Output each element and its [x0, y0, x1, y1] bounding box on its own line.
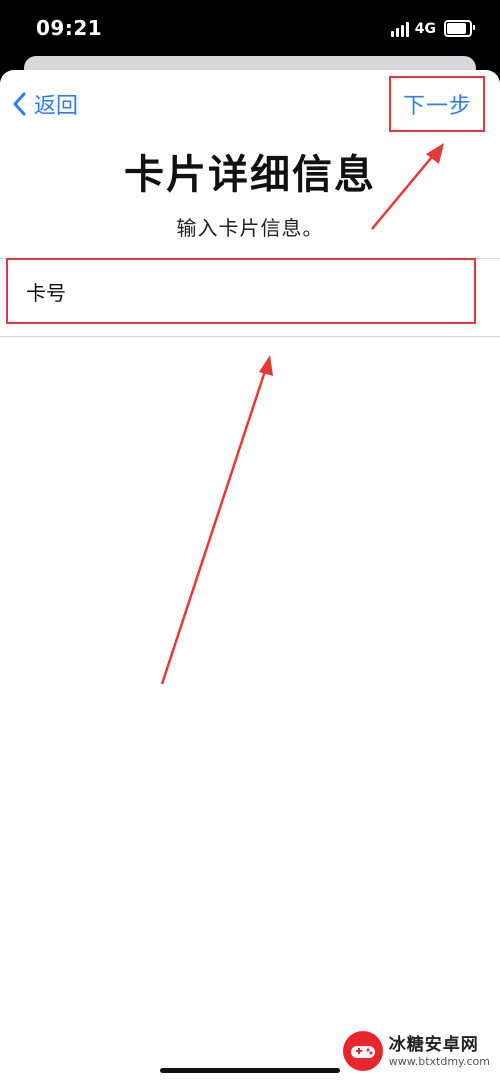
- gamepad-logo-icon: [342, 1031, 383, 1071]
- home-indicator[interactable]: [160, 1068, 340, 1073]
- status-bar: 09:21 4G: [0, 0, 500, 60]
- page-subtitle: 输入卡片信息。: [176, 216, 324, 240]
- watermark-title: 冰糖安卓网: [388, 1034, 479, 1055]
- card-number-field[interactable]: 卡号: [6, 258, 476, 324]
- status-indicators: 4G: [390, 20, 475, 37]
- card-details-sheet: 返回 下一步 卡片详细信息 输入卡片信息。 卡号: [0, 70, 500, 1083]
- back-label: 返回: [34, 94, 79, 119]
- network-type: 4G: [414, 20, 436, 37]
- page-title: 卡片详细信息: [124, 152, 376, 198]
- navigation-bar: 返回 下一步: [0, 70, 500, 140]
- battery-icon: [444, 20, 475, 37]
- chevron-left-icon: [13, 92, 26, 116]
- watermark-url: www.btxtdmy.com: [388, 1054, 490, 1068]
- card-number-input[interactable]: [86, 278, 474, 304]
- watermark: 冰糖安卓网 www.btxtdmy.com: [342, 1031, 490, 1071]
- next-button[interactable]: 下一步: [403, 88, 472, 120]
- signal-bars-icon: [390, 21, 409, 37]
- card-number-label: 卡号: [26, 280, 66, 305]
- divider: [0, 336, 500, 337]
- status-time: 09:21: [36, 16, 103, 40]
- back-button[interactable]: 返回: [12, 88, 78, 120]
- battery-level: [447, 23, 466, 34]
